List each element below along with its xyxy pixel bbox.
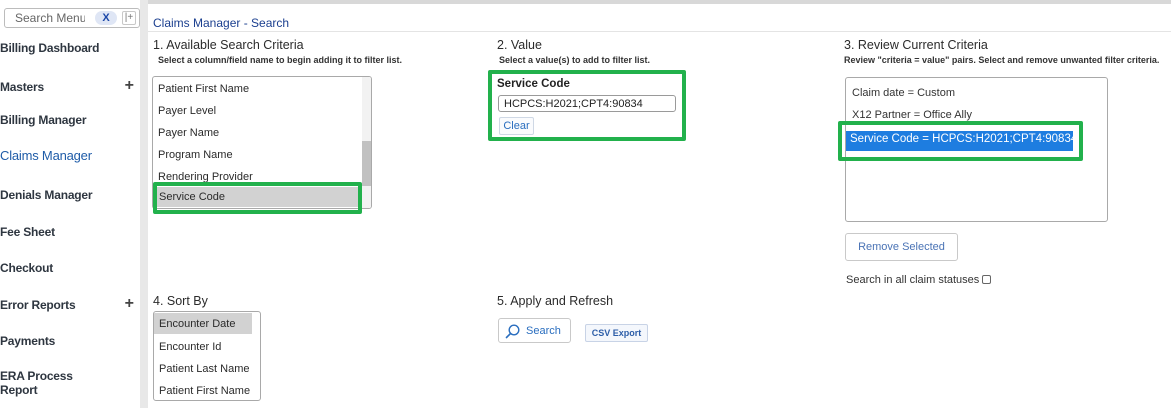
value-field-label: Service Code (497, 78, 570, 90)
sidebar-item-label: Claims Manager (0, 148, 92, 163)
sidebar-item-billing-dashboard[interactable]: Billing Dashboard (0, 40, 140, 62)
sidebar-item-label: Billing Manager (0, 113, 87, 127)
value-section-hint: Select a value(s) to add to filter list. (499, 55, 651, 65)
list-item[interactable]: Program Name (158, 149, 233, 161)
criteria-listbox[interactable]: Patient First Name Payer Level Payer Nam… (152, 76, 372, 209)
criteria-item[interactable]: X12 Partner = Office Ally (852, 109, 972, 121)
review-listbox[interactable]: Claim date = Custom X12 Partner = Office… (845, 77, 1108, 222)
list-item[interactable]: Payer Name (158, 127, 219, 139)
apply-section-title: 5. Apply and Refresh (497, 294, 614, 308)
all-claim-statuses-option[interactable]: Search in all claim statuses (846, 274, 992, 286)
sidebar-item-masters[interactable]: Masters + (0, 78, 140, 101)
service-code-input[interactable] (498, 95, 676, 112)
list-item[interactable]: Rendering Provider (158, 171, 253, 183)
sidebar-item-fee-sheet[interactable]: Fee Sheet (0, 224, 140, 246)
search-button-label: Search (526, 325, 561, 337)
sidebar-item-label: ERA Process Report (0, 369, 73, 397)
sidebar-item-era-process-report[interactable]: ERA Process Report (0, 369, 100, 399)
page-title: Claims Manager - Search (153, 16, 290, 30)
sidebar-item-payments[interactable]: Payments (0, 333, 140, 355)
sidebar-item-error-reports[interactable]: Error Reports + (0, 296, 140, 319)
sort-item-selected[interactable]: Encounter Date (154, 313, 252, 334)
sidebar-item-label: Billing Dashboard (0, 41, 100, 55)
sidebar: X |+ Billing Dashboard Masters + Billing… (0, 0, 148, 408)
sidebar-item-label: Error Reports (0, 298, 76, 312)
search-icon (505, 324, 520, 339)
remove-selected-button[interactable]: Remove Selected (845, 233, 958, 261)
clear-value-button[interactable]: Clear (499, 117, 534, 135)
sort-item[interactable]: Patient Last Name (159, 363, 250, 375)
sort-item[interactable]: Encounter Id (159, 341, 221, 353)
criteria-item[interactable]: Claim date = Custom (852, 87, 955, 99)
all-claim-statuses-label: Search in all claim statuses (846, 274, 980, 286)
sidebar-item-checkout[interactable]: Checkout (0, 260, 140, 282)
csv-export-button[interactable]: CSV Export (585, 324, 648, 342)
sort-item[interactable]: Patient First Name (159, 385, 250, 397)
pin-menu-icon[interactable]: |+ (122, 11, 136, 25)
sort-listbox[interactable]: Encounter Date Encounter Id Patient Last… (153, 311, 261, 401)
criteria-scrollbar[interactable] (362, 77, 371, 208)
sidebar-item-label: Checkout (0, 261, 54, 275)
list-item-selected[interactable]: Service Code (153, 187, 363, 207)
review-section-hint: Review "criteria = value" pairs. Select … (844, 55, 1160, 65)
expand-plus-icon[interactable]: + (125, 78, 134, 94)
list-item[interactable]: Payer Level (158, 105, 216, 117)
sidebar-item-label: Masters (0, 80, 44, 94)
criteria-section-hint: Select a column/field name to begin addi… (158, 55, 403, 65)
sidebar-item-label: Denials Manager (0, 188, 93, 202)
criteria-section-title: 1. Available Search Criteria (153, 38, 304, 52)
criteria-item-selected[interactable]: Service Code = HCPCS:H2021;CPT4:90834 (846, 131, 1077, 151)
clear-search-button[interactable]: X (95, 11, 117, 25)
title-bar: Claims Manager - Search (148, 12, 1171, 32)
value-section-title: 2. Value (497, 38, 542, 52)
sort-section-title: 4. Sort By (153, 294, 208, 308)
sidebar-item-denials-manager[interactable]: Denials Manager (0, 187, 140, 209)
search-menu-input[interactable] (5, 9, 85, 27)
sidebar-item-claims-manager[interactable]: Claims Manager (0, 148, 140, 170)
list-item[interactable]: Patient First Name (158, 83, 249, 95)
top-band (148, 0, 1171, 4)
search-menu-box: X |+ (4, 8, 140, 28)
sidebar-scrollbar[interactable] (140, 0, 148, 408)
all-claim-statuses-checkbox[interactable] (982, 275, 992, 284)
sidebar-item-label: Payments (0, 334, 56, 348)
sidebar-item-billing-manager[interactable]: Billing Manager (0, 112, 140, 134)
criteria-scrollbar-thumb[interactable] (362, 141, 371, 186)
expand-plus-icon[interactable]: + (125, 296, 134, 312)
sidebar-item-label: Fee Sheet (0, 225, 55, 239)
review-section-title: 3. Review Current Criteria (844, 38, 988, 52)
search-button[interactable]: Search (498, 318, 571, 343)
